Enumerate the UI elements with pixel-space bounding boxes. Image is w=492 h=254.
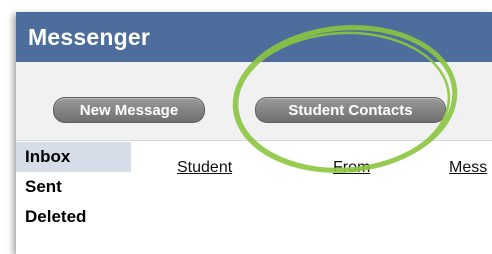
- title-bar: Messenger: [16, 12, 492, 62]
- column-header-from[interactable]: From: [333, 159, 370, 177]
- sidebar-item-sent[interactable]: Sent: [16, 172, 131, 202]
- toolbar: New Message Student Contacts: [16, 62, 492, 141]
- student-contacts-button[interactable]: Student Contacts: [255, 97, 446, 123]
- messenger-window: Messenger New Message Student Contacts I…: [16, 12, 492, 254]
- column-header-message[interactable]: Mess: [449, 159, 487, 177]
- folder-sidebar: Inbox Sent Deleted: [16, 142, 131, 232]
- app-title: Messenger: [28, 24, 150, 50]
- new-message-button[interactable]: New Message: [53, 97, 205, 123]
- sidebar-item-deleted[interactable]: Deleted: [16, 202, 131, 232]
- column-header-student[interactable]: Student: [177, 159, 232, 177]
- sidebar-item-inbox[interactable]: Inbox: [16, 142, 131, 172]
